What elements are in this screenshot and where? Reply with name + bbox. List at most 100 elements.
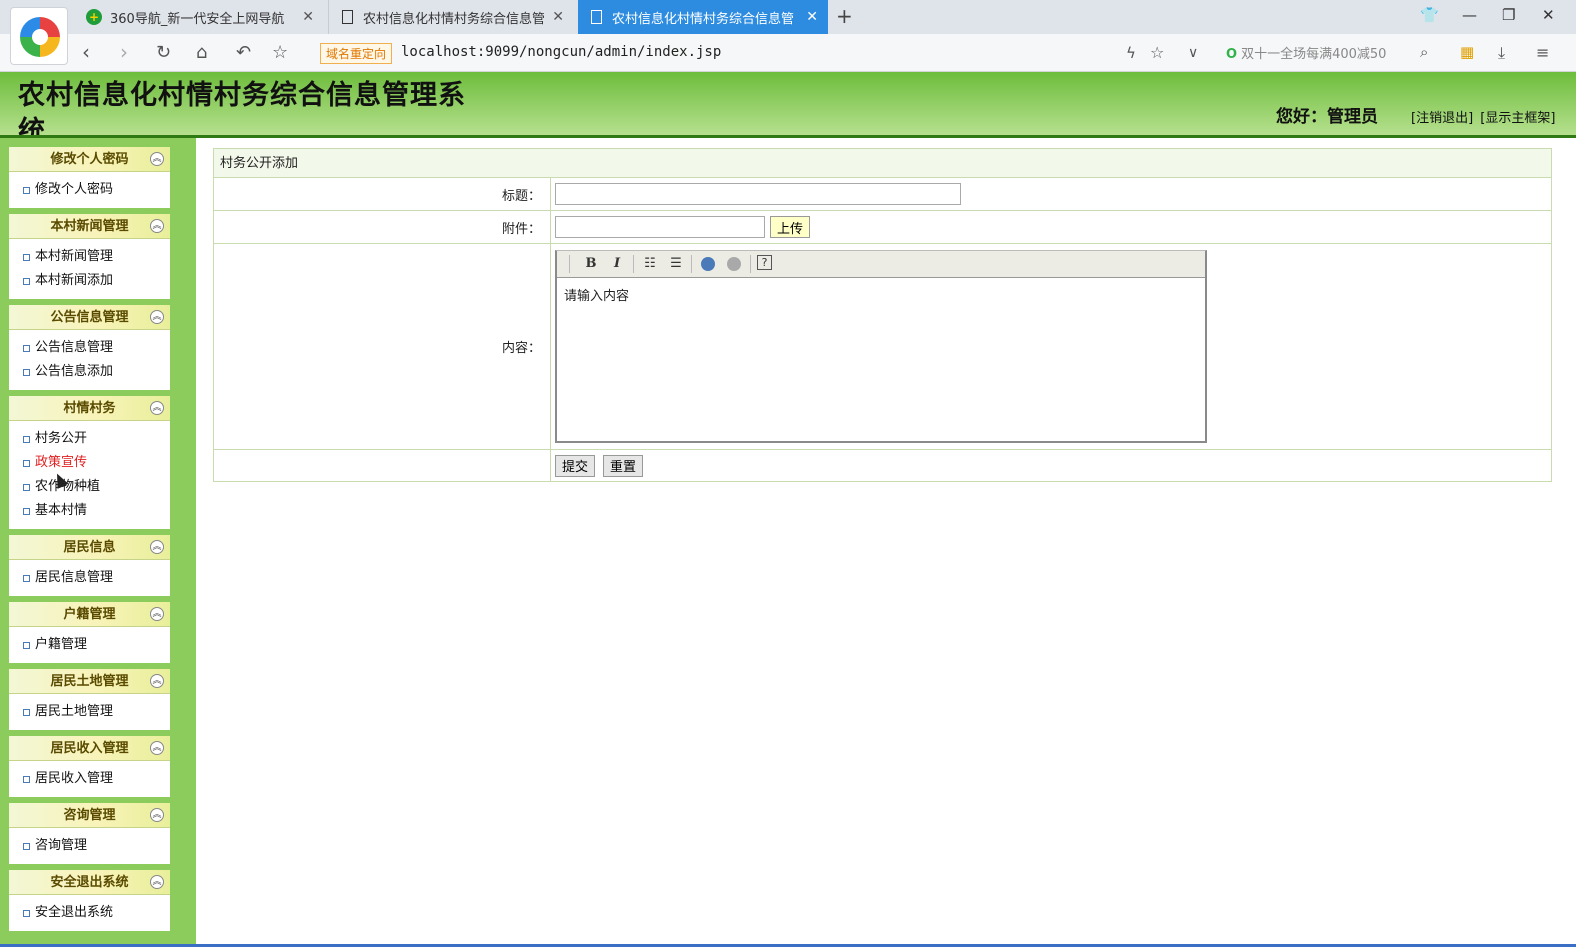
sidebar-item-label: 公告信息添加 [35, 364, 114, 379]
reload-icon[interactable]: ↻ [156, 42, 171, 63]
search-icon[interactable]: ⌕ [1420, 43, 1428, 61]
restore-icon[interactable]: ❐ [1502, 6, 1515, 24]
form-caption: 村务公开添加 [214, 149, 1551, 178]
menu-group-header[interactable]: 修改个人密码 ︽ [9, 147, 170, 172]
close-icon[interactable]: ✕ [806, 9, 818, 25]
browser-tab-360nav[interactable]: + 360导航_新一代安全上网导航 ✕ [76, 0, 324, 34]
chevron-up-icon[interactable]: ︽ [150, 152, 164, 166]
search-promo[interactable]: O 双十一全场每满400减50 [1226, 43, 1386, 62]
page-icon [588, 9, 604, 25]
sidebar-item[interactable]: 政策宣传 [9, 451, 170, 475]
menu-group-header[interactable]: 居民土地管理 ︽ [9, 669, 170, 694]
chevron-up-icon[interactable]: ︽ [150, 310, 164, 324]
sidebar-item[interactable]: 安全退出系统 [9, 901, 170, 925]
italic-icon[interactable]: I [608, 255, 626, 273]
window-close-icon[interactable]: ✕ [1542, 6, 1555, 24]
redirect-badge[interactable]: 域名重定向 [320, 43, 393, 64]
promo-text: 双十一全场每满400减50 [1241, 47, 1387, 62]
home-icon[interactable]: ⌂ [196, 42, 207, 63]
menu-icon[interactable]: ≡ [1536, 43, 1549, 62]
sidebar-item[interactable]: 本村新闻管理 [9, 245, 170, 269]
menu-group: 修改个人密码 ︽ 修改个人密码 [9, 147, 170, 208]
download-icon[interactable]: ⤓ [1498, 43, 1505, 63]
sidebar-item[interactable]: 居民信息管理 [9, 566, 170, 590]
show-main-frame-link[interactable]: [显示主框架] [1480, 111, 1555, 126]
chevron-up-icon[interactable]: ︽ [150, 741, 164, 755]
shirt-skin-icon[interactable]: 👕 [1420, 6, 1439, 24]
sidebar-item[interactable]: 基本村情 [9, 499, 170, 523]
chevron-up-icon[interactable]: ︽ [150, 607, 164, 621]
unordered-list-icon[interactable]: ☰ [667, 255, 685, 273]
chevron-up-icon[interactable]: ︽ [150, 219, 164, 233]
back-icon[interactable]: ‹ [82, 40, 90, 64]
sidebar-item-label: 政策宣传 [35, 455, 88, 470]
sidebar-item-label: 村务公开 [35, 431, 88, 446]
menu-group-title: 本村新闻管理 [50, 219, 129, 234]
close-icon[interactable]: ✕ [552, 9, 564, 25]
sidebar-item[interactable]: 居民收入管理 [9, 767, 170, 791]
sidebar-item-label: 安全退出系统 [35, 905, 114, 920]
sidebar: 修改个人密码 ︽ 修改个人密码 本村新闻管理 ︽ 本村新闻管理 本村新闻添加 公告信息管理 ︽ 公… [0, 138, 196, 944]
sidebar-item-label: 公告信息管理 [35, 340, 114, 355]
menu-group-header[interactable]: 居民收入管理 ︽ [9, 736, 170, 761]
menu-group-header[interactable]: 咨询管理 ︽ [9, 803, 170, 828]
tab-title: 农村信息化村情村务综合信息管 [612, 11, 795, 27]
menu-group-body: 户籍管理 [9, 627, 170, 663]
chevron-up-icon[interactable]: ︽ [150, 674, 164, 688]
chevron-up-icon[interactable]: ︽ [150, 401, 164, 415]
add-form: 村务公开添加 标题： 附件： 上传 内容： B I ☷ ☰ ? 请输入内容 提交… [213, 148, 1552, 482]
attachment-input[interactable] [555, 216, 765, 238]
upload-button[interactable]: 上传 [770, 216, 811, 238]
sidebar-item[interactable]: 农作物种植 [9, 475, 170, 499]
sidebar-item[interactable]: 公告信息管理 [9, 336, 170, 360]
menu-group-header[interactable]: 公告信息管理 ︽ [9, 305, 170, 330]
chevron-up-icon[interactable]: ︽ [150, 875, 164, 889]
undo-icon[interactable]: ↶ [236, 42, 251, 63]
help-icon[interactable]: ? [757, 255, 772, 270]
remove-link-icon[interactable] [725, 255, 743, 273]
star-icon[interactable]: ☆ [272, 42, 288, 63]
sidebar-item-label: 居民土地管理 [35, 704, 114, 719]
ordered-list-icon[interactable]: ☷ [641, 255, 659, 273]
sidebar-item[interactable]: 居民土地管理 [9, 700, 170, 724]
forward-icon[interactable]: › [120, 40, 128, 64]
close-icon[interactable]: ✕ [302, 9, 314, 25]
chevron-down-icon[interactable]: ∨ [1188, 45, 1198, 61]
logout-link[interactable]: [注销退出] [1411, 111, 1473, 126]
menu-group-body: 居民信息管理 [9, 560, 170, 596]
sidebar-item[interactable]: 修改个人密码 [9, 178, 170, 202]
submit-button[interactable]: 提交 [555, 454, 596, 477]
sidebar-item[interactable]: 户籍管理 [9, 633, 170, 657]
menu-group-header[interactable]: 居民信息 ︽ [9, 535, 170, 560]
menu-group-header[interactable]: 安全退出系统 ︽ [9, 870, 170, 895]
sidebar-item[interactable]: 村务公开 [9, 427, 170, 451]
insert-link-icon[interactable] [699, 255, 717, 273]
sidebar-item[interactable]: 本村新闻添加 [9, 269, 170, 293]
editor-content[interactable]: 请输入内容 [557, 278, 1205, 311]
bookmark-star-icon[interactable]: ☆ [1150, 43, 1164, 62]
user-greeting: 您好：管理员 [1276, 107, 1378, 127]
chevron-up-icon[interactable]: ︽ [150, 808, 164, 822]
menu-group-title: 咨询管理 [63, 808, 116, 823]
header-links: [注销退出] [显示主框架] [1408, 107, 1555, 126]
menu-group-header[interactable]: 村情村务 ︽ [9, 396, 170, 421]
chevron-up-icon[interactable]: ︽ [150, 540, 164, 554]
menu-group-header[interactable]: 户籍管理 ︽ [9, 602, 170, 627]
app-header: 农村信息化村情村务综合信息管理系统 您好：管理员 [注销退出] [显示主框架] [0, 72, 1576, 138]
menu-group: 居民土地管理 ︽ 居民土地管理 [9, 669, 170, 730]
reset-button[interactable]: 重置 [603, 454, 644, 477]
new-tab-plus-icon[interactable]: + [836, 4, 853, 28]
apps-grid-icon[interactable]: ▦ [1460, 43, 1474, 61]
bold-icon[interactable]: B [582, 255, 600, 273]
sidebar-item[interactable]: 咨询管理 [9, 834, 170, 858]
address-bar[interactable]: localhost:9099/nongcun/admin/index.jsp [401, 44, 721, 60]
minimize-icon[interactable]: — [1462, 6, 1477, 24]
browser-tab-app-active[interactable]: 农村信息化村情村务综合信息管 ✕ [578, 0, 828, 34]
browser-tab-app[interactable]: 农村信息化村情村务综合信息管 ✕ [328, 0, 574, 34]
title-input[interactable] [555, 183, 961, 205]
browser-logo-icon[interactable] [10, 7, 68, 65]
lightning-icon[interactable]: ϟ [1126, 44, 1136, 62]
editor-toolbar: B I ☷ ☰ ? [557, 251, 1205, 278]
sidebar-item[interactable]: 公告信息添加 [9, 360, 170, 384]
menu-group-header[interactable]: 本村新闻管理 ︽ [9, 214, 170, 239]
